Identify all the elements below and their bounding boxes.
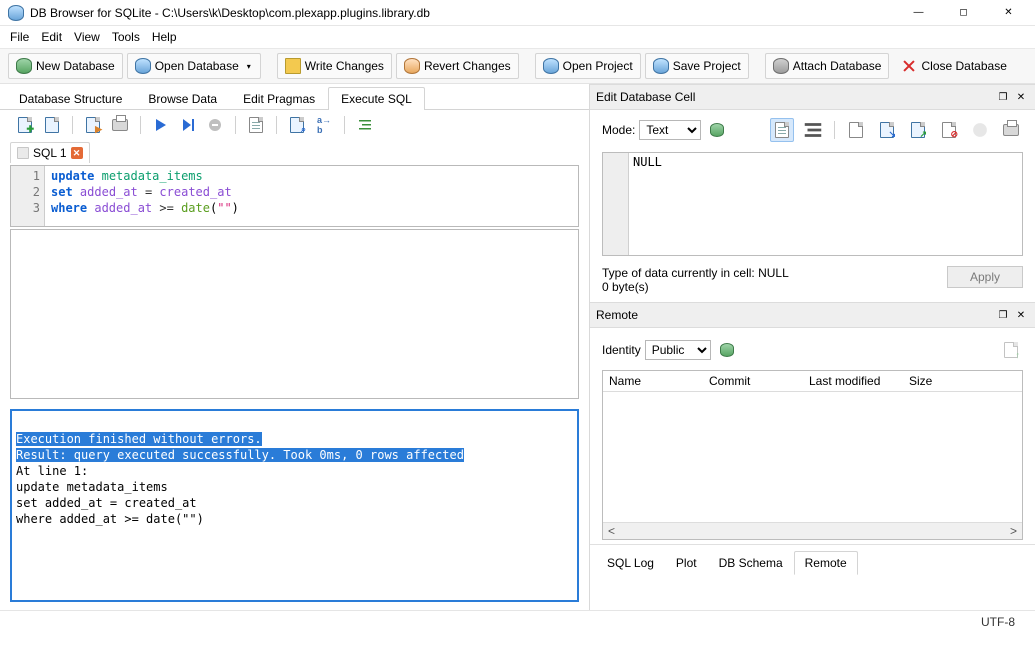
editor-code[interactable]: update metadata_items set added_at = cre…: [45, 166, 578, 226]
output-pane[interactable]: Execution finished without errors. Resul…: [10, 409, 579, 602]
splitter[interactable]: [0, 399, 589, 403]
menu-view[interactable]: View: [74, 30, 100, 44]
file-icon: [17, 147, 29, 159]
save-query-icon[interactable]: ▶: [84, 116, 102, 134]
col-commit[interactable]: Commit: [703, 371, 803, 391]
encoding-indicator[interactable]: UTF-8: [981, 615, 1015, 629]
menu-edit[interactable]: Edit: [41, 30, 62, 44]
export-icon[interactable]: ↘: [875, 118, 899, 142]
minimize-button[interactable]: —: [896, 0, 941, 26]
close-pane-icon[interactable]: ✕: [1013, 89, 1029, 105]
cell-type-info: Type of data currently in cell: NULL: [602, 266, 939, 280]
tab-remote[interactable]: Remote: [794, 551, 858, 575]
identity-select[interactable]: Public: [645, 340, 711, 360]
mode-select[interactable]: Text: [639, 120, 701, 140]
tab-browse-data[interactable]: Browse Data: [135, 87, 230, 110]
bottom-tabs: SQL Log Plot DB Schema Remote: [590, 544, 1035, 581]
menu-help[interactable]: Help: [152, 30, 177, 44]
output-line: Execution finished without errors.: [16, 432, 262, 446]
find-replace-icon[interactable]: a→b: [315, 116, 333, 134]
cell-size-info: 0 byte(s): [602, 280, 939, 294]
output-line: update metadata_items: [16, 480, 168, 494]
remote-list[interactable]: Name Commit Last modified Size <>: [602, 370, 1023, 540]
close-window-button[interactable]: ✕: [986, 0, 1031, 26]
result-grid[interactable]: [10, 229, 579, 399]
menu-file[interactable]: File: [10, 30, 29, 44]
window-title: DB Browser for SQLite - C:\Users\k\Deskt…: [30, 6, 896, 20]
col-last-modified[interactable]: Last modified: [803, 371, 903, 391]
save-cell-icon[interactable]: ↗: [906, 118, 930, 142]
save-project-button[interactable]: Save Project: [645, 53, 749, 79]
restore-pane-icon[interactable]: ❐: [995, 89, 1011, 105]
view-list-icon[interactable]: [801, 118, 825, 142]
main-tabs: Database Structure Browse Data Edit Prag…: [0, 84, 589, 110]
run-line-icon[interactable]: [179, 116, 197, 134]
maximize-button[interactable]: ◻: [941, 0, 986, 26]
sql-editor[interactable]: 123 update metadata_items set added_at =…: [10, 165, 579, 227]
status-bar: UTF-8: [0, 610, 1035, 632]
apply-button[interactable]: Apply: [947, 266, 1023, 288]
revert-changes-button[interactable]: Revert Changes: [396, 53, 519, 79]
output-line: where added_at >= date(""): [16, 512, 204, 526]
tab-plot[interactable]: Plot: [665, 551, 708, 575]
open-project-button[interactable]: Open Project: [535, 53, 641, 79]
sql-file-tabs: SQL 1 ✕: [0, 140, 589, 165]
menu-tools[interactable]: Tools: [112, 30, 140, 44]
remote-columns: Name Commit Last modified Size: [603, 371, 1022, 392]
write-changes-button[interactable]: Write Changes: [277, 53, 392, 79]
sql-file-label: SQL 1: [33, 146, 67, 160]
close-pane-icon[interactable]: ✕: [1013, 307, 1029, 323]
title-bar: DB Browser for SQLite - C:\Users\k\Deskt…: [0, 0, 1035, 26]
pane-title: Remote: [596, 308, 993, 322]
new-query-icon[interactable]: ✚: [16, 116, 34, 134]
output-line: set added_at = created_at: [16, 496, 197, 510]
col-size[interactable]: Size: [903, 371, 1022, 391]
print-cell-icon[interactable]: [999, 118, 1023, 142]
null-cell-icon[interactable]: ⊘: [937, 118, 961, 142]
mode-label: Mode:: [602, 123, 635, 137]
print-icon[interactable]: [111, 116, 129, 134]
identity-refresh-icon[interactable]: [715, 338, 739, 362]
tab-sql-log[interactable]: SQL Log: [596, 551, 665, 575]
close-tab-icon[interactable]: ✕: [71, 147, 83, 159]
run-icon[interactable]: [152, 116, 170, 134]
output-line: Result: query executed successfully. Too…: [16, 448, 464, 462]
find-icon[interactable]: ⌕: [288, 116, 306, 134]
open-database-button[interactable]: Open Database▾: [127, 53, 261, 79]
restore-pane-icon[interactable]: ❐: [995, 307, 1011, 323]
indent-icon[interactable]: [356, 116, 374, 134]
cell-content[interactable]: NULL: [629, 153, 666, 255]
sql-file-tab[interactable]: SQL 1 ✕: [10, 142, 90, 163]
horizontal-scrollbar[interactable]: <>: [603, 522, 1022, 539]
chevron-down-icon[interactable]: ▾: [243, 62, 253, 71]
new-database-button[interactable]: New Database: [8, 53, 123, 79]
push-icon[interactable]: ↑: [999, 338, 1023, 362]
tab-database-structure[interactable]: Database Structure: [6, 87, 135, 110]
menu-bar: File Edit View Tools Help: [0, 26, 1035, 49]
output-line: At line 1:: [16, 464, 88, 478]
stop-icon[interactable]: [206, 116, 224, 134]
col-name[interactable]: Name: [603, 371, 703, 391]
tab-execute-sql[interactable]: Execute SQL: [328, 87, 425, 110]
app-icon: [8, 5, 24, 21]
main-toolbar: New Database Open Database▾ Write Change…: [0, 49, 1035, 84]
cell-editor[interactable]: NULL: [602, 152, 1023, 256]
remote-header: Remote ❐ ✕: [590, 302, 1035, 328]
attach-database-button[interactable]: Attach Database: [765, 53, 890, 79]
editor-gutter: 123: [11, 166, 45, 226]
import-icon[interactable]: [844, 118, 868, 142]
save-result-icon[interactable]: [247, 116, 265, 134]
tab-db-schema[interactable]: DB Schema: [708, 551, 794, 575]
view-text-icon[interactable]: [770, 118, 794, 142]
edit-cell-header: Edit Database Cell ❐ ✕: [590, 84, 1035, 110]
cell-gutter: [603, 153, 629, 255]
open-query-icon[interactable]: [43, 116, 61, 134]
identity-label: Identity: [602, 343, 641, 357]
tab-edit-pragmas[interactable]: Edit Pragmas: [230, 87, 328, 110]
pane-title: Edit Database Cell: [596, 90, 993, 104]
mode-refresh-icon[interactable]: [705, 118, 729, 142]
close-database-button[interactable]: Close Database: [893, 53, 1014, 79]
clear-cell-icon[interactable]: [968, 118, 992, 142]
sql-toolbar: ✚ ▶ ⌕ a→b: [0, 110, 589, 140]
